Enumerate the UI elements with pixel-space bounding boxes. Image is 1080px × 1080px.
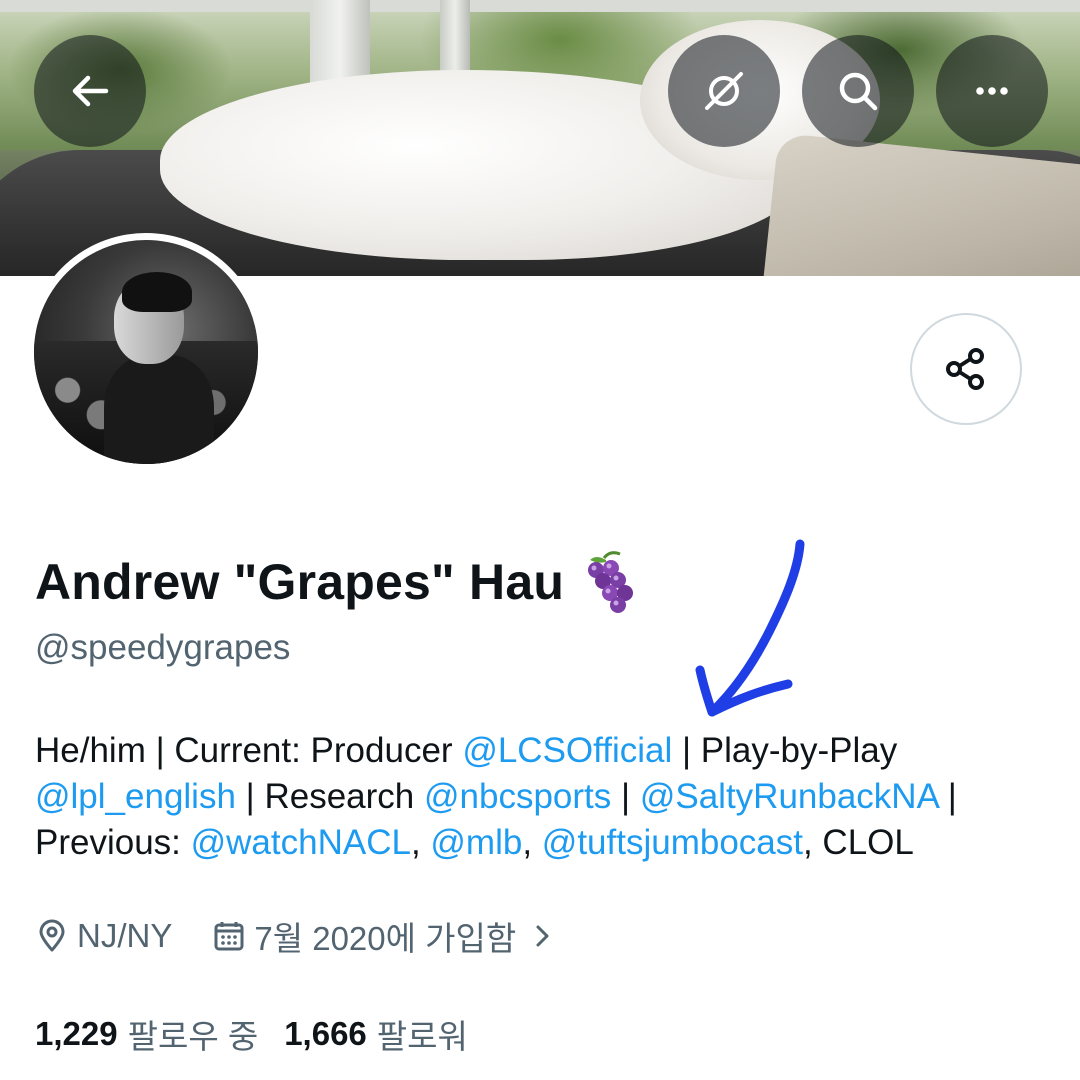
user-handle: @speedygrapes [35,628,291,667]
bio: He/him | Current: Producer @LCSOfficial … [35,728,1060,866]
bio-text: He/him | Current: Producer [35,731,463,770]
profile-meta: NJ/NY 7월 2020에 가입함 [35,912,564,960]
calendar-icon [214,922,244,951]
bio-text: | [611,777,640,816]
follow-counts: 1,229 팔로우 중 1,666 팔로워 [35,1010,468,1058]
bio-mention-link[interactable]: @watchNACL [191,823,411,862]
bio-mention-link[interactable]: @SaltyRunbackNA [640,777,938,816]
back-button[interactable] [34,35,146,147]
grok-button[interactable] [668,35,780,147]
grok-icon [705,72,743,110]
bio-mention-link[interactable]: @LCSOfficial [462,731,672,770]
share-button[interactable] [910,313,1022,425]
followers-count[interactable]: 1,666 [284,1015,367,1053]
bio-text: | Play-by-Play [672,731,898,770]
bio-mention-link[interactable]: @nbcsports [424,777,611,816]
search-button[interactable] [802,35,914,147]
followers-label[interactable]: 팔로워 [377,1010,468,1058]
join-date-text: 7월 2020에 가입함 [254,920,517,957]
arrow-left-icon [72,75,109,107]
following-label[interactable]: 팔로우 중 [128,1010,259,1058]
chevron-right-icon [536,925,549,947]
search-icon [839,72,878,111]
bio-text: , [522,823,542,862]
profile-name-row: Andrew "Grapes" Hau [35,548,644,616]
display-name: Andrew "Grapes" Hau [35,554,565,610]
avatar-person-body [104,355,214,464]
bio-text: , [410,823,431,862]
bio-text: , CLOL [802,823,914,862]
join-date[interactable]: 7월 2020에 가입함 [212,912,564,960]
following-count[interactable]: 1,229 [35,1015,118,1053]
bio-mention-link[interactable]: @lpl_english [35,777,236,816]
grapes-emoji-icon [588,551,634,613]
bio-text: | Research [235,777,424,816]
location-pin-icon [39,919,65,952]
avatar[interactable] [27,233,265,471]
hand-drawn-arrow-annotation [695,539,805,717]
share-icon [946,348,984,390]
location-text: NJ/NY [77,917,173,954]
avatar-person-hair [122,272,192,312]
bio-mention-link[interactable]: @tuftsjumbocast [542,823,803,862]
avatar-photo [34,240,258,464]
window-sill [0,0,1080,12]
more-button[interactable] [936,35,1048,147]
location: NJ/NY [35,917,172,955]
more-horizontal-icon [976,87,1008,95]
bio-mention-link[interactable]: @mlb [430,823,522,862]
